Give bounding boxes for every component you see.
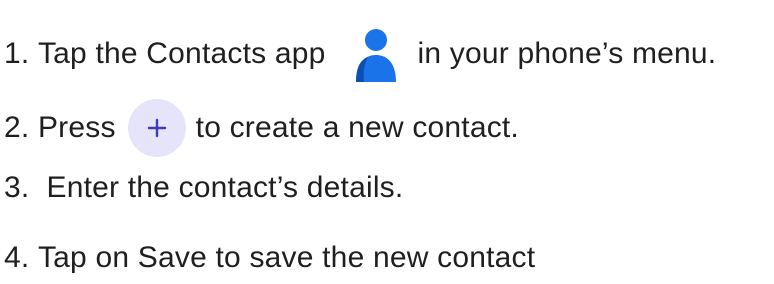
step-1-text-after: in your phone’s menu. xyxy=(417,37,717,70)
plus-icon xyxy=(147,118,166,138)
add-contact-button-icon xyxy=(127,99,186,157)
step-4-number: 4. xyxy=(4,241,30,274)
step-4: 4. Tap on Save to save the new contact xyxy=(4,240,535,276)
step-1-number: 1. xyxy=(4,37,30,70)
contacts-app-icon xyxy=(352,24,396,84)
step-2: 2. Press to create a new contact. xyxy=(4,99,519,157)
step-2-text-before: Press xyxy=(37,111,116,144)
step-1: 1. Tap the Contacts app in your phone’s … xyxy=(4,24,716,84)
step-3: 3. Enter the contact’s details. xyxy=(4,170,403,206)
step-4-text: Tap on Save to save the new contact xyxy=(37,241,536,274)
step-3-number: 3. xyxy=(4,171,30,204)
step-1-text-before: Tap the Contacts app xyxy=(37,37,326,70)
step-2-number: 2. xyxy=(4,111,30,144)
step-2-text-after: to create a new contact. xyxy=(195,111,519,144)
instruction-steps: 1. Tap the Contacts app in your phone’s … xyxy=(0,0,774,284)
step-3-text: Enter the contact’s details. xyxy=(46,171,404,204)
